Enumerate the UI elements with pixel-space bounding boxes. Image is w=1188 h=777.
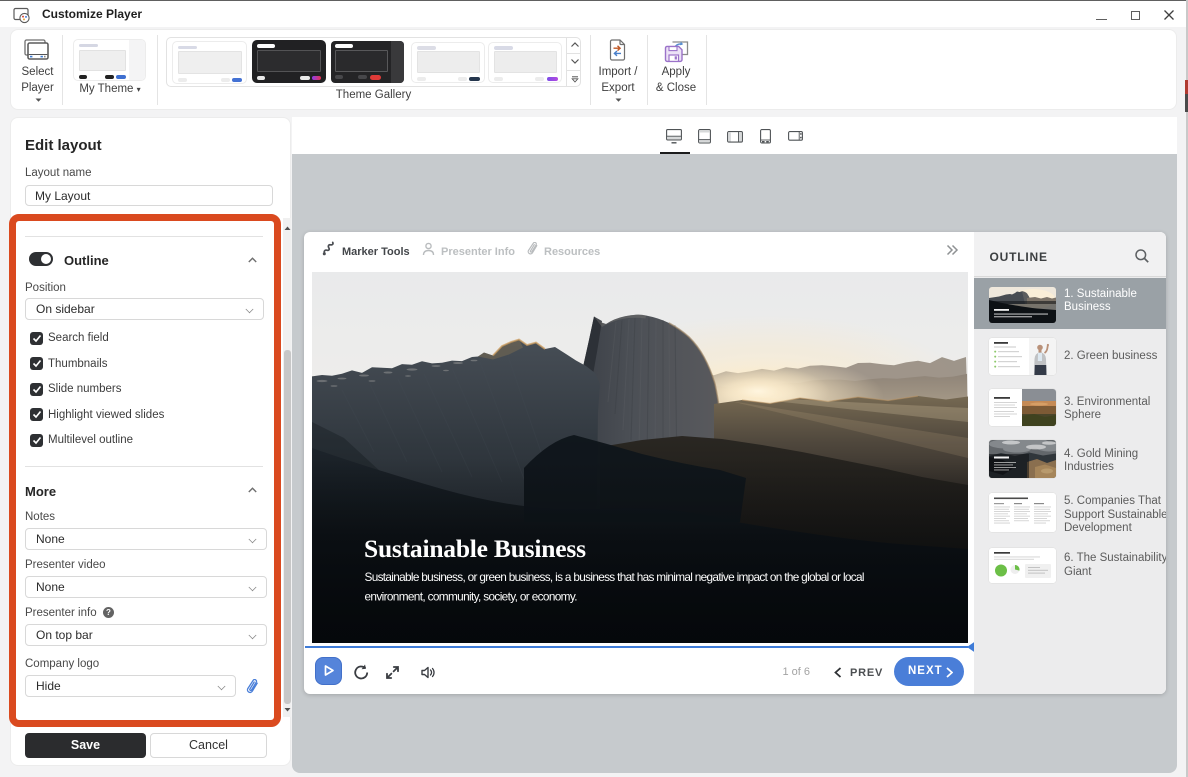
svg-text:Sustainable business, or green: Sustainable business, or green business,… [365,570,865,584]
svg-text:Sustainable Business: Sustainable Business [364,534,586,563]
svg-text:environment, community, societ: environment, community, society, or econ… [365,590,578,604]
